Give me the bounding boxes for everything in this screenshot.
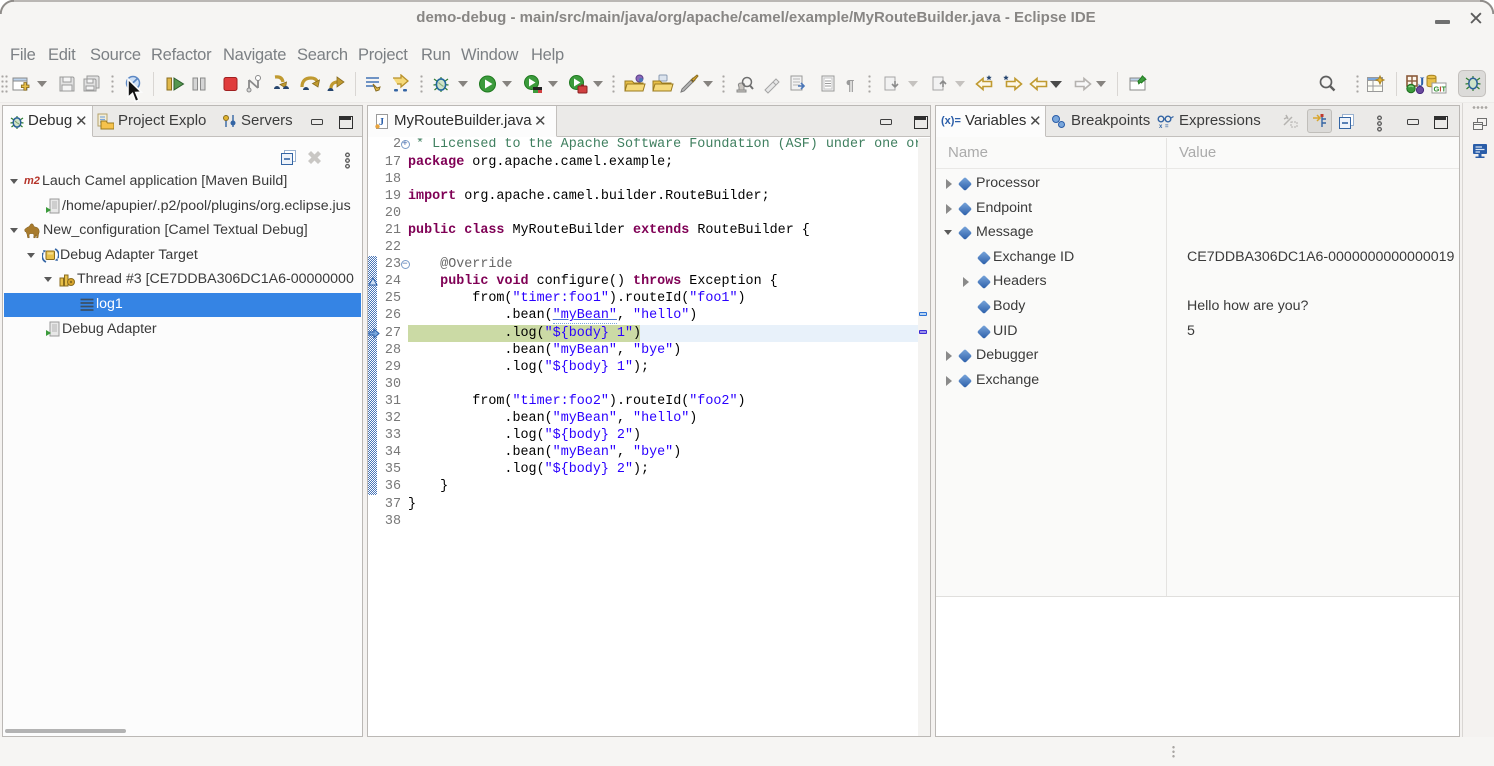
svg-text:GIT: GIT [1434, 85, 1447, 94]
svg-text:x: x [1159, 124, 1163, 129]
svg-text:J: J [379, 117, 384, 128]
svg-text:=: = [1165, 124, 1169, 129]
